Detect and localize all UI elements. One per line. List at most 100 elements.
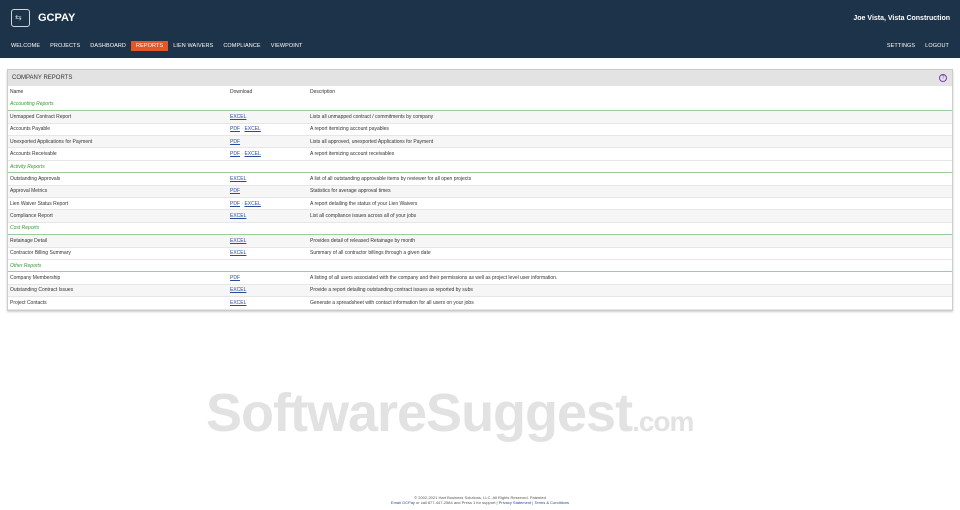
table-row: Unmapped Contract Report EXCEL Lists all u… <box>8 110 952 124</box>
privacy-link[interactable]: Privacy Statement <box>499 500 531 505</box>
download-cell: PDF <box>228 185 308 199</box>
report-description: Statistics for average approval times <box>308 185 952 199</box>
report-description: Summary of all contractor billings throu… <box>308 247 952 260</box>
download-cell: EXCEL <box>228 110 308 124</box>
download-excel-link[interactable]: EXCEL <box>244 151 260 157</box>
report-description: Provide a report detailing outstanding c… <box>308 284 952 298</box>
nav-welcome[interactable]: WELCOME <box>6 41 45 51</box>
nav-lien-waivers[interactable]: LIEN WAIVERS <box>168 41 218 51</box>
report-name: Retainage Detail <box>8 234 228 248</box>
report-name: Company Membership <box>8 271 228 285</box>
download-excel-link[interactable]: EXCEL <box>230 300 246 306</box>
table-header: Name Download Description <box>8 86 952 99</box>
main-nav: WELCOME PROJECTS DASHBOARD REPORTS LIEN WAIV… <box>6 41 307 51</box>
download-excel-link[interactable]: EXCEL <box>230 238 246 244</box>
table-row: Project Contacts EXCEL Generate a spreadsh… <box>8 296 952 310</box>
download-cell: PDF · EXCEL <box>228 197 308 211</box>
download-excel-link[interactable]: EXCEL <box>244 201 260 207</box>
user-name[interactable]: Joe Vista, Vista Construction <box>853 15 950 22</box>
report-name: Compliance Report <box>8 209 228 223</box>
nav-dashboard[interactable]: DASHBOARD <box>85 41 131 51</box>
download-pdf-link[interactable]: PDF <box>230 126 240 132</box>
nav-viewpoint[interactable]: VIEWPOINT <box>266 41 308 51</box>
report-description: Lists all approved, unexported Applicati… <box>308 135 952 149</box>
company-reports-panel: COMPANY REPORTS ? Name Download Descript… <box>7 69 953 311</box>
table-row: Outstanding Contract Issues EXCEL Provide … <box>8 284 952 298</box>
table-row: Accounts Receivable PDF · EXCEL A report i… <box>8 147 952 161</box>
section-title: Other Reports <box>8 259 952 273</box>
report-description: A report detailing the status of your Li… <box>308 197 952 211</box>
report-name: Project Contacts <box>8 296 228 310</box>
table-row: Company Membership PDF A listing of all us… <box>8 271 952 285</box>
download-cell: PDF · EXCEL <box>228 147 308 161</box>
report-name: Accounts Payable <box>8 123 228 137</box>
download-pdf-link[interactable]: PDF <box>230 201 240 207</box>
download-cell: EXCEL <box>228 234 308 248</box>
download-pdf-link[interactable]: PDF <box>230 275 240 281</box>
nav-projects[interactable]: PROJECTS <box>45 41 85 51</box>
download-cell: PDF <box>228 271 308 285</box>
brand-name: GCPAY <box>38 12 76 24</box>
email-link[interactable]: Email GCPay <box>391 500 415 505</box>
section-title: Activity Reports <box>8 160 952 174</box>
section-header: Activity Reports <box>8 160 952 174</box>
report-description: Generate a spreadsheet with contact info… <box>308 296 952 310</box>
download-excel-link[interactable]: EXCEL <box>230 176 246 182</box>
section-title: Accounting Reports <box>8 98 952 112</box>
download-cell: EXCEL <box>228 209 308 223</box>
report-name: Lien Waiver Status Report <box>8 197 228 211</box>
help-icon[interactable]: ? <box>939 74 947 82</box>
nav-compliance[interactable]: COMPLIANCE <box>218 41 265 51</box>
download-excel-link[interactable]: EXCEL <box>230 250 246 256</box>
section-header: Other Reports <box>8 259 952 273</box>
report-description: Lists all unmapped contract / commitment… <box>308 110 952 124</box>
nav-logout[interactable]: LOGOUT <box>920 41 954 51</box>
logo-icon: ⇆ <box>11 9 30 27</box>
section-header: Accounting Reports <box>8 98 952 112</box>
watermark: SoftwareSuggest.com <box>206 383 694 443</box>
download-pdf-link[interactable]: PDF <box>230 151 240 157</box>
top-bar: ⇆ GCPAY Joe Vista, Vista Construction WE… <box>0 0 960 58</box>
report-name: Outstanding Contract Issues <box>8 284 228 298</box>
support-text: or call 877-447-2584 and Press 1 for sup… <box>414 500 499 505</box>
report-description: A listing of all users associated with t… <box>308 271 952 285</box>
table-row: Compliance Report EXCEL List all complianc… <box>8 209 952 223</box>
nav-reports[interactable]: REPORTS <box>131 41 169 51</box>
table-row: Accounts Payable PDF · EXCEL A report item… <box>8 123 952 137</box>
col-download: Download <box>228 86 308 99</box>
col-name: Name <box>8 86 228 99</box>
download-excel-link[interactable]: EXCEL <box>230 114 246 120</box>
download-excel-link[interactable]: EXCEL <box>230 287 246 293</box>
download-cell: EXCEL <box>228 296 308 310</box>
download-cell: EXCEL <box>228 247 308 260</box>
download-cell: PDF <box>228 135 308 149</box>
download-excel-link[interactable]: EXCEL <box>244 126 260 132</box>
table-row: Unexported Applications for Payment PDF Li… <box>8 135 952 149</box>
panel-title-bar: COMPANY REPORTS ? <box>8 70 952 86</box>
right-nav: SETTINGS LOGOUT <box>882 41 954 51</box>
download-cell: EXCEL <box>228 284 308 298</box>
reports-table: Name Download Description Accounting Rep… <box>8 86 952 310</box>
report-description: A report itemizing account receivables <box>308 147 952 161</box>
table-row: Contractor Billing Summary EXCEL Summary o… <box>8 247 952 260</box>
download-pdf-link[interactable]: PDF <box>230 188 240 194</box>
report-name: Contractor Billing Summary <box>8 247 228 260</box>
download-cell: EXCEL <box>228 172 308 186</box>
col-description: Description <box>308 86 952 99</box>
report-name: Unmapped Contract Report <box>8 110 228 124</box>
section-header: Cost Reports <box>8 222 952 236</box>
table-row: Outstanding Approvals EXCEL A list of all … <box>8 172 952 186</box>
report-description: List all compliance issues across all of… <box>308 209 952 223</box>
download-pdf-link[interactable]: PDF <box>230 139 240 145</box>
terms-link[interactable]: Terms & Conditions <box>534 500 569 505</box>
nav-settings[interactable]: SETTINGS <box>882 41 920 51</box>
report-description: A report itemizing account payables <box>308 123 952 137</box>
table-row: Lien Waiver Status Report PDF · EXCEL A re… <box>8 197 952 211</box>
table-row: Retainage Detail EXCEL Provides detail of … <box>8 234 952 248</box>
download-cell: PDF · EXCEL <box>228 123 308 137</box>
report-description: A list of all outstanding approvable ite… <box>308 172 952 186</box>
download-excel-link[interactable]: EXCEL <box>230 213 246 219</box>
panel-title: COMPANY REPORTS <box>12 75 73 81</box>
report-name: Approval Metrics <box>8 185 228 199</box>
section-title: Cost Reports <box>8 222 952 236</box>
